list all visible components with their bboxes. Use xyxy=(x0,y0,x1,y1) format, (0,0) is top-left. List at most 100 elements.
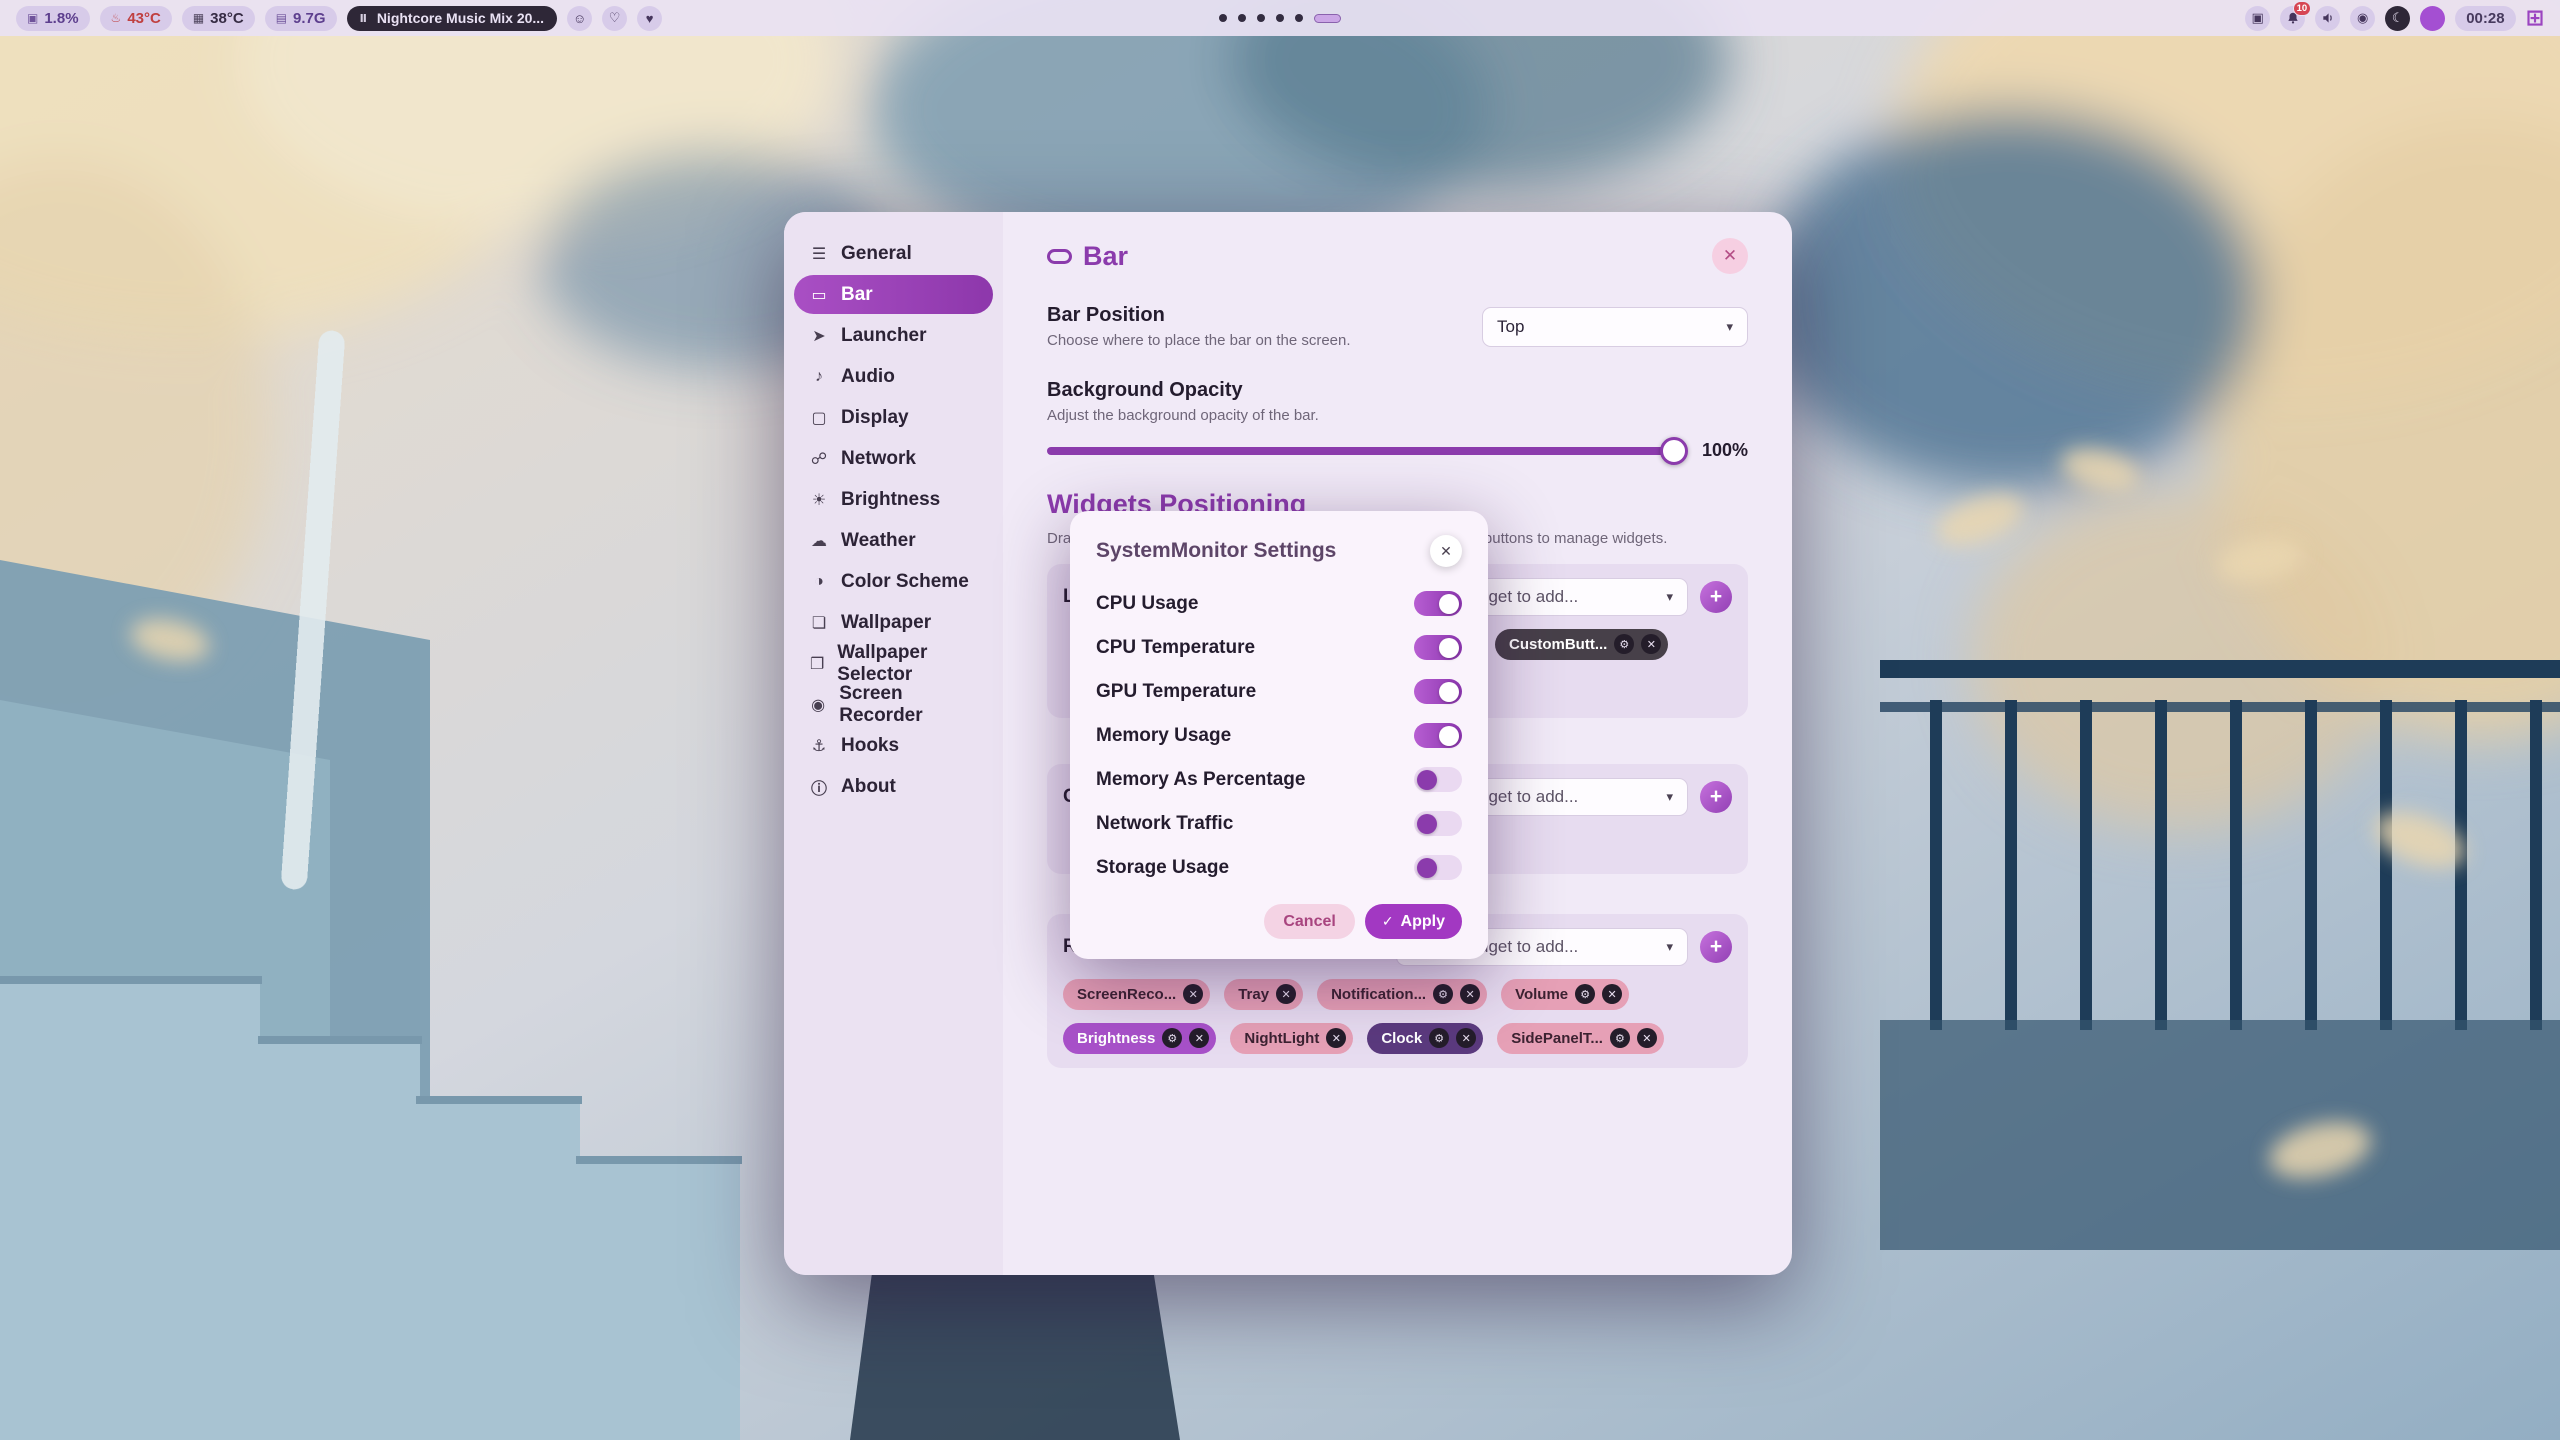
sidebar-item-label: Wallpaper Selector xyxy=(837,642,979,686)
cpu-temp-pill[interactable]: ♨ 43°C xyxy=(100,6,172,31)
sidebar-item-label: Wallpaper xyxy=(841,612,931,634)
sidebar-item-launcher[interactable]: ➤ Launcher xyxy=(794,316,993,355)
sidebar-item-label: Audio xyxy=(841,366,895,388)
color-picker-button[interactable] xyxy=(2420,6,2445,31)
hooks-icon: ⚓ xyxy=(808,736,830,756)
workspace-indicator[interactable] xyxy=(1219,0,1341,36)
sidebar-item-general[interactable]: ☰ General xyxy=(794,234,993,273)
widget-settings-icon[interactable]: ⚙ xyxy=(1429,1028,1449,1048)
cpu-usage-toggle[interactable] xyxy=(1414,591,1462,616)
toggle-row-memory-as-percentage: Memory As Percentage xyxy=(1096,767,1462,792)
workspace-dot[interactable] xyxy=(1295,14,1303,22)
left-add-widget-button[interactable]: + xyxy=(1700,581,1732,613)
cancel-button[interactable]: Cancel xyxy=(1264,904,1354,939)
sidebar-item-label: About xyxy=(841,776,896,798)
network-traffic-toggle[interactable] xyxy=(1414,811,1462,836)
topbar-left-modules: ▣ 1.8% ♨ 43°C ▦ 38°C ▤ 9.7G Ⅱ Nightcore … xyxy=(16,6,662,31)
bar-position-value: Top xyxy=(1497,317,1524,337)
volume-button[interactable] xyxy=(2315,6,2340,31)
apply-button[interactable]: ✓ Apply xyxy=(1365,904,1462,939)
sidebar-item-weather[interactable]: ☁ Weather xyxy=(794,521,993,560)
sidebar-item-hooks[interactable]: ⚓ Hooks xyxy=(794,726,993,765)
sidebar-item-screen-recorder[interactable]: ◉ Screen Recorder xyxy=(794,685,993,724)
bar-position-row: Bar Position Choose where to place the b… xyxy=(1047,304,1748,349)
widget-settings-icon[interactable]: ⚙ xyxy=(1433,984,1453,1004)
sidebar-item-wallpaper[interactable]: ❏ Wallpaper xyxy=(794,603,993,642)
apps-grid-icon[interactable]: ⊞ xyxy=(2526,7,2544,29)
sidebar-item-label: Bar xyxy=(841,284,873,306)
right-add-widget-button[interactable]: + xyxy=(1700,931,1732,963)
widget-chip-label: Tray xyxy=(1238,986,1269,1003)
memory-value: 9.7G xyxy=(293,10,326,27)
widget-chip-screenrecorder[interactable]: ScreenReco... ✕ xyxy=(1063,979,1210,1010)
media-player-pill[interactable]: Ⅱ Nightcore Music Mix 20... xyxy=(347,6,558,31)
check-icon: ✓ xyxy=(1382,913,1394,930)
background-opacity-description: Adjust the background opacity of the bar… xyxy=(1047,407,1748,424)
widget-remove-icon[interactable]: ✕ xyxy=(1183,984,1203,1004)
widget-remove-icon[interactable]: ✕ xyxy=(1602,984,1622,1004)
widget-chip-tray[interactable]: Tray ✕ xyxy=(1224,979,1303,1010)
widget-settings-icon[interactable]: ⚙ xyxy=(1614,634,1634,654)
workspace-dot[interactable] xyxy=(1219,14,1227,22)
memory-as-percentage-toggle[interactable] xyxy=(1414,767,1462,792)
widget-remove-icon[interactable]: ✕ xyxy=(1460,984,1480,1004)
toggle-label: CPU Temperature xyxy=(1096,637,1255,659)
center-add-widget-button[interactable]: + xyxy=(1700,781,1732,813)
widget-chip-label: SidePanelT... xyxy=(1511,1030,1603,1047)
widget-chip-notifications[interactable]: Notification... ⚙ ✕ xyxy=(1317,979,1487,1010)
widget-remove-icon[interactable]: ✕ xyxy=(1637,1028,1657,1048)
modal-close-button[interactable]: ✕ xyxy=(1430,535,1462,567)
widget-remove-icon[interactable]: ✕ xyxy=(1189,1028,1209,1048)
workspace-active-pill[interactable] xyxy=(1314,14,1341,23)
sidebar-item-label: Display xyxy=(841,407,909,429)
network-icon: ☍ xyxy=(808,449,830,469)
toggle-label: Storage Usage xyxy=(1096,857,1229,879)
favorites-button[interactable]: ♥ xyxy=(637,6,662,31)
bar-position-select[interactable]: Top ▾ xyxy=(1482,307,1748,347)
workspace-dot[interactable] xyxy=(1257,14,1265,22)
sidebar-item-color-scheme[interactable]: ◑ Color Scheme xyxy=(794,562,993,601)
widget-settings-icon[interactable]: ⚙ xyxy=(1610,1028,1630,1048)
like-button[interactable]: ♡ xyxy=(602,6,627,31)
pause-icon: Ⅱ xyxy=(360,12,368,25)
widget-chip-custombutton[interactable]: CustomButt... ⚙ ✕ xyxy=(1495,629,1668,660)
notifications-button[interactable]: 10 xyxy=(2280,6,2305,31)
opacity-slider-knob[interactable] xyxy=(1660,437,1688,465)
sidebar-item-label: Network xyxy=(841,448,916,470)
emoji-picker-button[interactable]: ☺ xyxy=(567,6,592,31)
sidebar-item-network[interactable]: ☍ Network xyxy=(794,439,993,478)
widget-chip-brightness[interactable]: Brightness ⚙ ✕ xyxy=(1063,1023,1216,1054)
opacity-slider[interactable] xyxy=(1047,447,1684,455)
clock[interactable]: 00:28 xyxy=(2455,6,2515,31)
night-light-button[interactable]: ☾ xyxy=(2385,6,2410,31)
sidebar-item-display[interactable]: ▢ Display xyxy=(794,398,993,437)
cpu-usage-value: 1.8% xyxy=(44,10,78,27)
storage-usage-toggle[interactable] xyxy=(1414,855,1462,880)
screenshot-button[interactable]: ▣ xyxy=(2245,6,2270,31)
sidebar-item-bar[interactable]: ▭ Bar xyxy=(794,275,993,314)
widget-remove-icon[interactable]: ✕ xyxy=(1326,1028,1346,1048)
widget-chip-volume[interactable]: Volume ⚙ ✕ xyxy=(1501,979,1629,1010)
cpu-usage-pill[interactable]: ▣ 1.8% xyxy=(16,6,90,31)
workspace-dot[interactable] xyxy=(1276,14,1284,22)
gpu-temp-pill[interactable]: ▦ 38°C xyxy=(182,6,255,31)
screen-record-button[interactable]: ◉ xyxy=(2350,6,2375,31)
widget-settings-icon[interactable]: ⚙ xyxy=(1575,984,1595,1004)
window-close-button[interactable]: ✕ xyxy=(1712,238,1748,274)
workspace-dot[interactable] xyxy=(1238,14,1246,22)
widget-remove-icon[interactable]: ✕ xyxy=(1641,634,1661,654)
widget-chip-clock[interactable]: Clock ⚙ ✕ xyxy=(1367,1023,1483,1054)
widget-remove-icon[interactable]: ✕ xyxy=(1276,984,1296,1004)
widget-chip-nightlight[interactable]: NightLight ✕ xyxy=(1230,1023,1353,1054)
cpu-temperature-toggle[interactable] xyxy=(1414,635,1462,660)
memory-usage-toggle[interactable] xyxy=(1414,723,1462,748)
sidebar-item-audio[interactable]: ♪ Audio xyxy=(794,357,993,396)
gpu-temperature-toggle[interactable] xyxy=(1414,679,1462,704)
memory-pill[interactable]: ▤ 9.7G xyxy=(265,6,337,31)
sidebar-item-brightness[interactable]: ☀ Brightness xyxy=(794,480,993,519)
widget-remove-icon[interactable]: ✕ xyxy=(1456,1028,1476,1048)
widget-chip-sidepanel[interactable]: SidePanelT... ⚙ ✕ xyxy=(1497,1023,1664,1054)
sidebar-item-about[interactable]: ⓘ About xyxy=(794,767,993,806)
sidebar-item-wallpaper-selector[interactable]: ❐ Wallpaper Selector xyxy=(794,644,993,683)
widget-settings-icon[interactable]: ⚙ xyxy=(1162,1028,1182,1048)
